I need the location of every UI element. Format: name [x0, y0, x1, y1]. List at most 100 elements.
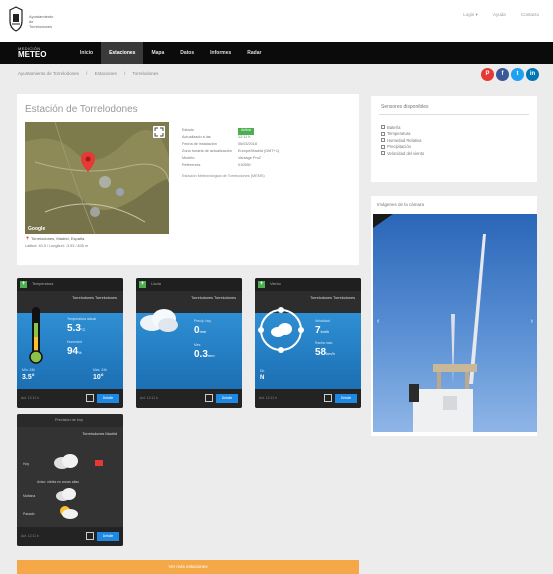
min-temp-label: Mín. 24h: [22, 368, 36, 372]
next-image-icon[interactable]: ›: [531, 318, 533, 325]
station-map[interactable]: Google: [25, 122, 169, 234]
expand-icon[interactable]: [324, 394, 332, 402]
widget-subtitle: Torrelodones Madrid: [82, 432, 117, 436]
nav-item-inicio[interactable]: Inicio: [72, 42, 101, 64]
current-temp-value: 5.3°C: [67, 323, 85, 334]
camera-heading: Imágenes de la cámara: [377, 202, 425, 207]
widget-footer: Act. 12:11 h Detalle: [17, 527, 123, 546]
cloud-icon: [140, 309, 178, 332]
login-link[interactable]: Login ▾: [463, 12, 478, 17]
station-photo: [373, 214, 537, 432]
breadcrumb-home[interactable]: Ayuntamiento de Torrelodones: [18, 71, 79, 76]
humidity-value: 94%: [67, 346, 82, 357]
help-link[interactable]: Ayuda: [493, 12, 506, 17]
info-row: Estado Activa: [182, 128, 362, 135]
status-badge: Activa: [238, 128, 254, 135]
info-value: 010550: [238, 163, 251, 167]
info-row: Referencia 010550: [182, 163, 362, 170]
nav-item-mapa[interactable]: Mapa: [143, 42, 172, 64]
precip-today-value: 0mm: [194, 325, 206, 336]
widget-footer: Act. 12:11 h Detalle: [255, 389, 361, 408]
info-key: Zona horaria de actualización: [182, 149, 232, 153]
info-key: Fecha de instalación: [182, 142, 217, 146]
map-pin-icon[interactable]: [81, 152, 95, 172]
prev-image-icon[interactable]: ‹: [377, 318, 379, 325]
widget-title: Viento: [270, 282, 281, 286]
precip-unit: mm: [199, 329, 207, 334]
wind-dir-value: N: [260, 375, 265, 381]
cloud-icon: [54, 454, 78, 469]
station-info: Estado Activa Actualizado a las 12:11 h …: [182, 128, 362, 178]
info-key: Referencia: [182, 163, 201, 167]
widget-subtitle: Torrelodones Torrelodones: [310, 296, 355, 300]
brand-logo[interactable]: MEDICIÓN METEO: [18, 46, 48, 60]
fullscreen-button[interactable]: [153, 126, 165, 138]
google-logo: Google: [28, 226, 46, 232]
top-links: Login ▾ Ayuda Contacto: [449, 12, 539, 18]
sensor-label: Humedad Relativa: [387, 137, 422, 143]
detail-button[interactable]: Detalle: [97, 532, 119, 541]
pinterest-icon[interactable]: P: [481, 68, 494, 81]
nav-item-radar[interactable]: Radar: [239, 42, 269, 64]
rain-widget: + Lluvia Torrelodones Torrelodones Preci…: [136, 278, 242, 408]
nav-item-informes[interactable]: Informes: [202, 42, 239, 64]
info-value: Europe/Madrid (GMT+1): [238, 149, 280, 153]
add-icon[interactable]: +: [258, 281, 265, 288]
widget-subtitle: Torrelodones Torrelodones: [191, 296, 236, 300]
fullscreen-icon: [154, 127, 164, 137]
map-coordinates: Latitud: 40.5 / Longitud: -3.93 / 845 m: [25, 244, 89, 248]
sensor-label: Velocidad del viento: [387, 150, 425, 156]
wind-speed-unit: km/h: [320, 329, 330, 334]
precip-today-label: Precip. hoy: [194, 319, 211, 323]
info-value: Vantage Pro2: [238, 156, 261, 160]
breadcrumb-stations[interactable]: Estaciones: [95, 71, 117, 76]
min-temp-value: 3.5°: [22, 374, 35, 381]
map-location-label: 📍 Torrelodones, Madrid, España: [25, 236, 85, 241]
expand-icon[interactable]: [86, 394, 94, 402]
expand-icon[interactable]: [205, 394, 213, 402]
wind-compass-icon: [258, 307, 304, 353]
widget-title: Previsión de hoy: [55, 418, 84, 422]
add-icon[interactable]: +: [20, 281, 27, 288]
linkedin-icon[interactable]: in: [526, 68, 539, 81]
more-stations-button[interactable]: Ver más estaciones: [17, 560, 359, 574]
expand-icon[interactable]: [86, 532, 94, 540]
precip-month-unit: mm: [207, 353, 215, 358]
checkbox-icon: [381, 131, 385, 136]
org-name: Ayuntamiento de Torrelodones: [29, 14, 63, 29]
checkbox-icon: [381, 125, 385, 130]
sensor-item[interactable]: Velocidad del viento: [381, 150, 424, 157]
add-icon[interactable]: +: [139, 281, 146, 288]
contact-link[interactable]: Contacto: [521, 12, 539, 17]
detail-button[interactable]: Detalle: [335, 394, 357, 403]
sensor-label: Precipitación: [387, 144, 411, 150]
widget-footer: Act. 12:11 h Detalle: [17, 389, 123, 408]
facebook-icon[interactable]: f: [496, 68, 509, 81]
wind-speed-label: Velocidad: [315, 319, 330, 323]
sensors-heading: Sensores disponibles: [381, 104, 429, 110]
info-row: Actualizado a las 12:11 h: [182, 135, 362, 142]
sensors-panel: Sensores disponibles Batería Temperatura…: [371, 96, 537, 182]
checkbox-icon: [381, 151, 385, 156]
municipal-logo[interactable]: Ayuntamiento de Torrelodones: [8, 6, 60, 36]
widget-updated: Act. 12:11 h: [21, 396, 39, 400]
detail-button[interactable]: Detalle: [97, 394, 119, 403]
nav-item-estaciones[interactable]: Estaciones: [101, 42, 144, 64]
temp-number: 5.3: [67, 323, 81, 334]
detail-button[interactable]: Detalle: [216, 394, 238, 403]
widget-body: Velocidad 7km/h Racha máx. 58km/h Dir. N: [255, 307, 361, 389]
camera-image[interactable]: ‹ ›: [373, 214, 537, 432]
info-row: Zona horaria de actualización Europe/Mad…: [182, 149, 362, 156]
humidity-label: Humedad: [67, 340, 82, 344]
precip-month-value: 0.3mm: [194, 349, 215, 360]
station-note: Estación Meteorológica de Torrelodones (…: [182, 174, 265, 178]
thermometer-icon: [95, 460, 103, 466]
station-panel: Estación de Torrelodones Google 📍 Torrel…: [17, 94, 359, 265]
coat-of-arms-icon: [9, 6, 23, 32]
widget-body: Precip. hoy 0mm Mes 0.3mm: [136, 309, 242, 389]
sensor-item[interactable]: Humedad Relativa: [381, 137, 424, 144]
info-row: Modelo Vantage Pro2: [182, 156, 362, 163]
nav-item-datos[interactable]: Datos: [172, 42, 202, 64]
wind-gust-label: Racha máx.: [315, 341, 334, 345]
twitter-icon[interactable]: t: [511, 68, 524, 81]
